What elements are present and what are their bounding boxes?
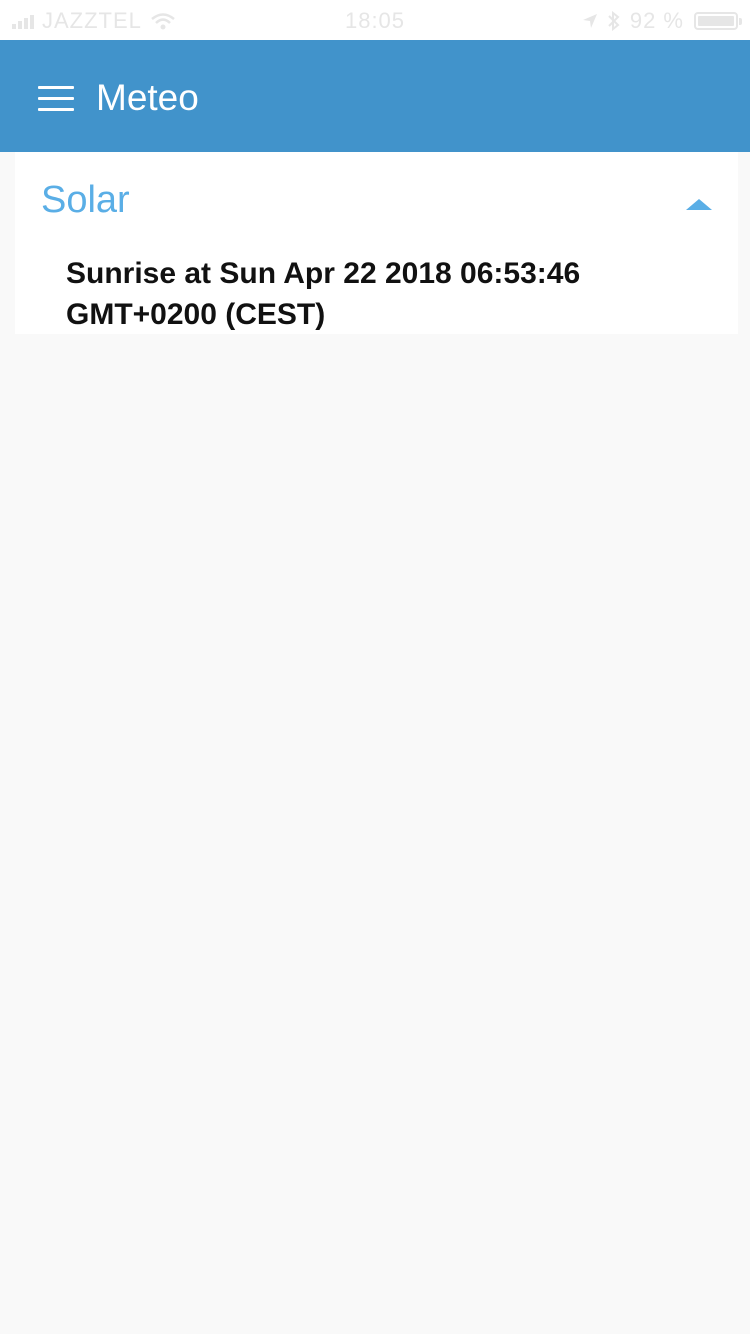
chevron-up-icon[interactable] [684, 196, 714, 212]
battery-percentage: 92 % [629, 8, 684, 33]
solar-card-header[interactable]: Solar [15, 152, 738, 242]
app-title: Meteo [96, 77, 199, 118]
solar-card: Solar Sunrise at Sun Apr 22 2018 06:53:4… [15, 152, 738, 334]
solar-card-title: Solar [41, 179, 130, 221]
location-arrow-icon [582, 14, 597, 28]
app-bar: Meteo [0, 40, 750, 152]
hamburger-menu-icon[interactable] [38, 86, 74, 112]
sunrise-text: Sunrise at Sun Apr 22 2018 06:53:46 GMT+… [66, 257, 581, 331]
bluetooth-icon [608, 11, 620, 31]
battery-icon [694, 12, 742, 30]
status-bar: JAZZTEL 18:05 92 % [0, 0, 750, 40]
